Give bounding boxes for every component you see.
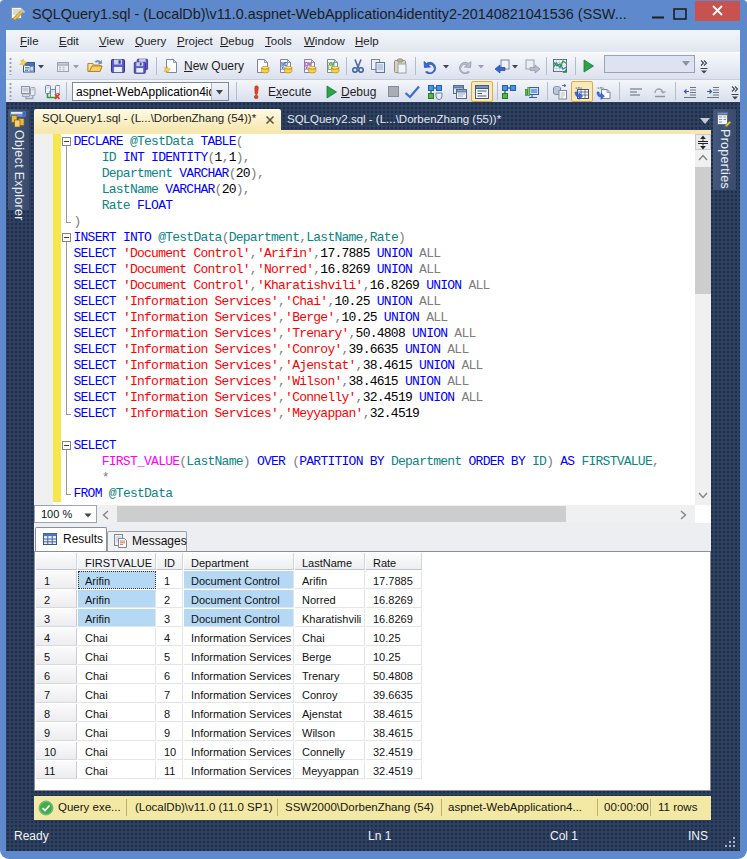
svg-text:101: 101 (597, 86, 605, 90)
svg-text:101: 101 (575, 86, 583, 90)
